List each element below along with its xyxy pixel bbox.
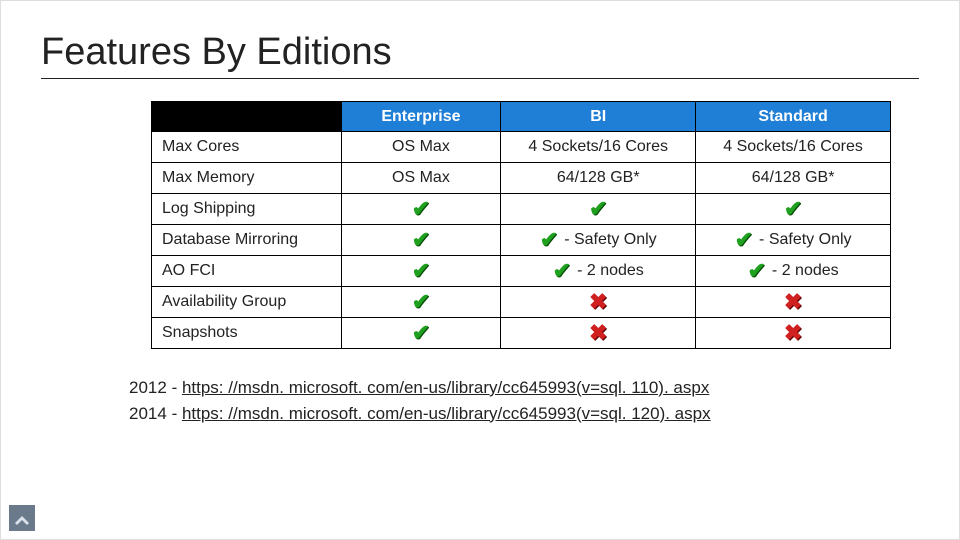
edition-header-enterprise: Enterprise [341, 102, 501, 132]
cell-avail-group-std: ✖ [696, 287, 891, 318]
feature-label: Log Shipping [152, 194, 342, 225]
cross-icon: ✖ [784, 291, 802, 313]
cross-icon: ✖ [589, 322, 607, 344]
row-max-memory: Max Memory OS Max 64/128 GB* 64/128 GB* [152, 163, 891, 194]
cell-text: - 2 nodes [772, 262, 839, 280]
link-dash: - [172, 378, 182, 397]
cross-icon: ✖ [589, 291, 607, 313]
feature-table: Enterprise BI Standard Max Cores OS Max … [151, 101, 891, 349]
row-db-mirroring: Database Mirroring ✔ ✔ - Safety Only ✔ - S… [152, 225, 891, 256]
cell-text: OS Max [392, 169, 450, 187]
cell-ao-fci-bi: ✔ - 2 nodes [501, 256, 696, 287]
title-rule [41, 78, 919, 79]
row-log-shipping: Log Shipping ✔ ✔ ✔ [152, 194, 891, 225]
cell-text: 64/128 GB* [557, 169, 640, 187]
check-icon: ✔ [589, 198, 607, 220]
check-icon: ✔ [412, 260, 430, 282]
check-icon: ✔ [412, 291, 430, 313]
table-header-row: Enterprise BI Standard [152, 102, 891, 132]
cell-text: 64/128 GB* [752, 169, 835, 187]
feature-table-wrap: Enterprise BI Standard Max Cores OS Max … [151, 101, 891, 349]
check-icon: ✔ [735, 229, 753, 251]
feature-label: Snapshots [152, 318, 342, 349]
cell-avail-group-ent: ✔ [341, 287, 501, 318]
cell-log-shipping-bi: ✔ [501, 194, 696, 225]
feature-label: AO FCI [152, 256, 342, 287]
link-year: 2014 [129, 404, 167, 423]
check-icon: ✔ [553, 260, 571, 282]
link-2014[interactable]: https: //msdn. microsoft. com/en-us/libr… [182, 404, 711, 423]
cell-text: 4 Sockets/16 Cores [528, 138, 668, 156]
check-icon: ✔ [784, 198, 802, 220]
cell-text: - Safety Only [759, 231, 851, 249]
cell-db-mirroring-ent: ✔ [341, 225, 501, 256]
cell-snapshots-std: ✖ [696, 318, 891, 349]
cell-snapshots-bi: ✖ [501, 318, 696, 349]
row-availability-group: Availability Group ✔ ✖ ✖ [152, 287, 891, 318]
cell-log-shipping-ent: ✔ [341, 194, 501, 225]
feature-label: Max Memory [152, 163, 342, 194]
check-icon: ✔ [412, 198, 430, 220]
link-line-2012: 2012 - https: //msdn. microsoft. com/en-… [129, 375, 919, 401]
cell-text: 4 Sockets/16 Cores [723, 138, 863, 156]
feature-label: Database Mirroring [152, 225, 342, 256]
check-icon: ✔ [412, 322, 430, 344]
check-icon: ✔ [412, 229, 430, 251]
table-corner [152, 102, 342, 132]
cross-icon: ✖ [784, 322, 802, 344]
cell-db-mirroring-bi: ✔ - Safety Only [501, 225, 696, 256]
cell-max-cores-bi: 4 Sockets/16 Cores [501, 132, 696, 163]
page-title: Features By Editions [41, 31, 919, 74]
link-dash: - [172, 404, 182, 423]
link-2012[interactable]: https: //msdn. microsoft. com/en-us/libr… [182, 378, 709, 397]
cell-ao-fci-ent: ✔ [341, 256, 501, 287]
cell-max-memory-bi: 64/128 GB* [501, 163, 696, 194]
cell-log-shipping-std: ✔ [696, 194, 891, 225]
link-year: 2012 [129, 378, 167, 397]
row-ao-fci: AO FCI ✔ ✔ - 2 nodes ✔ - 2 nodes [152, 256, 891, 287]
feature-label: Max Cores [152, 132, 342, 163]
cell-avail-group-bi: ✖ [501, 287, 696, 318]
links-block: 2012 - https: //msdn. microsoft. com/en-… [129, 375, 919, 426]
cell-ao-fci-std: ✔ - 2 nodes [696, 256, 891, 287]
cell-max-cores-ent: OS Max [341, 132, 501, 163]
cell-text: - Safety Only [564, 231, 656, 249]
row-max-cores: Max Cores OS Max 4 Sockets/16 Cores 4 So… [152, 132, 891, 163]
edition-header-bi: BI [501, 102, 696, 132]
cell-max-memory-std: 64/128 GB* [696, 163, 891, 194]
cell-max-memory-ent: OS Max [341, 163, 501, 194]
link-line-2014: 2014 - https: //msdn. microsoft. com/en-… [129, 401, 919, 427]
footer-logo-icon [9, 505, 35, 531]
cell-text: OS Max [392, 138, 450, 156]
cell-max-cores-std: 4 Sockets/16 Cores [696, 132, 891, 163]
feature-label: Availability Group [152, 287, 342, 318]
cell-db-mirroring-std: ✔ - Safety Only [696, 225, 891, 256]
row-snapshots: Snapshots ✔ ✖ ✖ [152, 318, 891, 349]
cell-snapshots-ent: ✔ [341, 318, 501, 349]
edition-header-standard: Standard [696, 102, 891, 132]
check-icon: ✔ [540, 229, 558, 251]
cell-text: - 2 nodes [577, 262, 644, 280]
check-icon: ✔ [747, 260, 765, 282]
